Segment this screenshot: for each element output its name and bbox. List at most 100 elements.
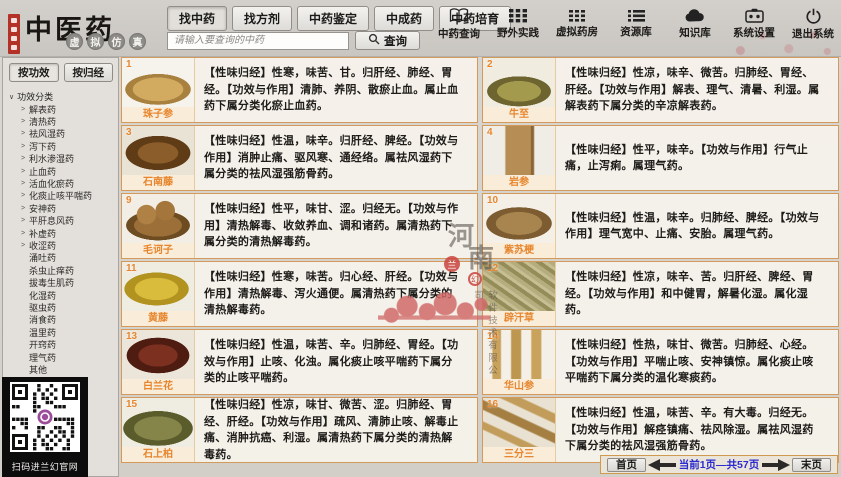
herb-photo-image — [483, 126, 555, 175]
grid-icon — [509, 8, 527, 25]
sidebar-tree-items: >解表药>清热药>祛风湿药>泻下药>利水渗湿药>止血药>活血化瘀药>化痰止咳平喘… — [9, 103, 118, 376]
toolbar: 中药查询 野外实践 虚拟药房 资源库 知识库 系统设置 退出系统 — [436, 8, 836, 41]
herb-card[interactable]: 12辟汗草【性味归经】性凉，味辛、苦。归肝经、脾经、胃经。【功效与作用】和中健胃… — [482, 261, 839, 327]
pagination-bar: 首页 当前1页—共57页 末页 — [600, 455, 838, 474]
sidebar-category-item[interactable]: 涌吐药 — [9, 252, 118, 264]
herb-description: 【性味归经】性温，味苦、辛。归肺经、胃经。【功效与作用】止咳、化浊。属化痰止咳平… — [195, 330, 477, 394]
toolbar-item-herb-query[interactable]: 中药查询 — [436, 8, 482, 41]
expand-icon: > — [21, 130, 26, 137]
sidebar-category-item[interactable]: 理气药 — [9, 351, 118, 363]
nav-herb-identify-button[interactable]: 中药鉴定 — [297, 6, 369, 31]
card-number: 2 — [487, 59, 493, 70]
power-icon — [805, 8, 822, 26]
first-page-button[interactable]: 首页 — [607, 458, 646, 472]
herb-description: 【性味归经】性凉，味辛、微苦。归肺经、胃经、肝经。【功效与作用】解表、理气、清暑… — [556, 58, 838, 122]
sidebar-category-item[interactable]: >补虚药 — [9, 227, 118, 239]
herb-card[interactable]: 16三分三【性味归经】性温，味苦、辛。有大毒。归经无。【功效与作用】解痉镇痛、祛… — [482, 397, 839, 463]
herb-photo: 岩参 — [483, 126, 556, 190]
herb-card[interactable]: 4岩参【性味归经】性平，味辛。【功效与作用】行气止痛，止泻痢。属理气药。 — [482, 125, 839, 191]
logo-subtitle-badge: 仿 — [108, 33, 125, 50]
herb-photo: 毛诃子 — [122, 194, 195, 258]
herb-description: 【性味归经】性平，味甘、涩。归经无。【功效与作用】清热解毒、收敛养血、调和诸药。… — [195, 194, 477, 258]
toolbar-item-system-settings[interactable]: 系统设置 — [731, 8, 777, 41]
herb-photo-image — [122, 58, 194, 107]
sidebar-category-item[interactable]: >祛风湿药 — [9, 128, 118, 140]
search-button[interactable]: 查询 — [355, 31, 420, 50]
last-page-button[interactable]: 末页 — [792, 458, 831, 472]
sidebar-category-item[interactable]: >收涩药 — [9, 239, 118, 251]
toolbar-item-virtual-pharmacy[interactable]: 虚拟药房 — [554, 8, 600, 41]
sidebar-category-item[interactable]: >止血药 — [9, 165, 118, 177]
card-number: 15 — [126, 399, 137, 410]
sidebar-category-label: 清热药 — [29, 115, 56, 128]
sidebar-category-item[interactable]: >清热药 — [9, 115, 118, 127]
toolbar-item-label: 资源库 — [620, 24, 652, 39]
expand-icon: > — [21, 106, 26, 113]
tree-root-node[interactable]: ∨ 功效分类 — [9, 90, 118, 103]
pharmacy-grid-icon — [569, 8, 585, 24]
sidebar-category-item[interactable]: >利水渗湿药 — [9, 153, 118, 165]
sidebar-category-item[interactable]: >解表药 — [9, 103, 118, 115]
herb-card[interactable]: 14华山参【性味归经】性热，味甘、微苦。归肺经、心经。【功效与作用】平喘止咳、安… — [482, 329, 839, 395]
card-number: 14 — [487, 331, 498, 342]
sidebar-category-label: 安神药 — [29, 202, 56, 215]
herb-name: 三分三 — [483, 447, 555, 462]
sidebar-category-label: 收涩药 — [29, 239, 56, 252]
herb-card[interactable]: 10紫苏梗【性味归经】性温，味辛。归肺经、脾经。【功效与作用】理气宽中、止痛、安… — [482, 193, 839, 259]
sidebar-category-item[interactable]: >平肝息风药 — [9, 215, 118, 227]
herb-card[interactable]: 1珠子参【性味归经】性寒，味苦、甘。归肝经、肺经、胃经。【功效与作用】清肺、养阴… — [121, 57, 478, 123]
toolbar-item-exit-system[interactable]: 退出系统 — [790, 8, 836, 41]
logo-seal-icon — [8, 14, 20, 54]
sidebar-category-item[interactable]: >安神药 — [9, 202, 118, 214]
tab-by-meridian[interactable]: 按归经 — [64, 63, 114, 82]
sidebar-category-item[interactable]: 其他 — [9, 363, 118, 375]
herb-description: 【性味归经】性温，味苦、辛。有大毒。归经无。【功效与作用】解痉镇痛、祛风除湿。属… — [556, 398, 838, 462]
sidebar-category-item[interactable]: 开窍药 — [9, 338, 118, 350]
next-page-arrow-icon[interactable] — [762, 459, 790, 471]
previous-page-arrow-icon[interactable] — [648, 459, 676, 471]
toolbar-item-label: 知识库 — [679, 25, 711, 40]
sidebar-category-label: 其他 — [29, 363, 47, 376]
herb-description: 【性味归经】性温，味辛。归肺经、脾经。【功效与作用】理气宽中、止痛、安胎。属理气… — [556, 194, 838, 258]
nav-find-herb-button[interactable]: 找中药 — [167, 6, 227, 31]
sidebar-category-label: 驱虫药 — [29, 301, 56, 314]
toolbar-item-knowledge-base[interactable]: 知识库 — [672, 8, 718, 41]
herb-card[interactable]: 3石南藤【性味归经】性温，味辛。归肝经、脾经。【功效与作用】消肿止痛、驱风寒、通… — [121, 125, 478, 191]
herb-name: 紫苏梗 — [483, 243, 555, 258]
herb-photo-image — [483, 58, 555, 107]
sidebar-category-item[interactable]: 拔毒生肌药 — [9, 276, 118, 288]
sidebar-category-item[interactable]: 驱虫药 — [9, 301, 118, 313]
herb-card[interactable]: 2牛至【性味归经】性凉，味辛、微苦。归肺经、胃经、肝经。【功效与作用】解表、理气… — [482, 57, 839, 123]
collapse-icon: ∨ — [9, 93, 14, 101]
card-number: 4 — [487, 127, 493, 138]
sidebar-category-label: 祛风湿药 — [29, 127, 65, 140]
search-input[interactable] — [167, 32, 349, 50]
herb-card[interactable]: 9毛诃子【性味归经】性平，味甘、涩。归经无。【功效与作用】清热解毒、收敛养血、调… — [121, 193, 478, 259]
herb-card[interactable]: 13白兰花【性味归经】性温，味苦、辛。归肺经、胃经。【功效与作用】止咳、化浊。属… — [121, 329, 478, 395]
expand-icon: > — [21, 217, 26, 224]
toolbar-item-field-practice[interactable]: 野外实践 — [495, 8, 541, 41]
toolbar-item-resource-library[interactable]: 资源库 — [613, 8, 659, 41]
sidebar-category-item[interactable]: >泻下药 — [9, 140, 118, 152]
logo-subtitle-badge: 虚 — [66, 33, 83, 50]
sidebar-category-item[interactable]: >化痰止咳平喘药 — [9, 190, 118, 202]
toolbar-item-label: 中药查询 — [438, 26, 480, 41]
herb-description: 【性味归经】性寒，味苦。归心经、肝经。【功效与作用】清热解毒、泻火通便。属清热药… — [195, 262, 477, 326]
expand-icon: > — [21, 168, 26, 175]
herb-card[interactable]: 15石上柏【性味归经】性凉，味甘、微苦、涩。归肺经、胃经、肝经。【功效与作用】疏… — [121, 397, 478, 463]
settings-icon — [745, 8, 764, 25]
sidebar-category-item[interactable]: 化湿药 — [9, 289, 118, 301]
sidebar-category-item[interactable]: 温里药 — [9, 326, 118, 338]
sidebar-category-label: 泻下药 — [29, 140, 56, 153]
herb-card[interactable]: 11黄藤【性味归经】性寒，味苦。归心经、肝经。【功效与作用】清热解毒、泻火通便。… — [121, 261, 478, 327]
sidebar-category-label: 补虚药 — [29, 227, 56, 240]
card-number: 11 — [126, 263, 137, 274]
nav-patent-medicine-button[interactable]: 中成药 — [374, 6, 434, 31]
sidebar-category-item[interactable]: 杀虫止痒药 — [9, 264, 118, 276]
sidebar-category-item[interactable]: >活血化瘀药 — [9, 177, 118, 189]
tab-by-effect[interactable]: 按功效 — [9, 63, 59, 82]
nav-find-formula-button[interactable]: 找方剂 — [232, 6, 292, 31]
sidebar-category-label: 温里药 — [29, 326, 56, 339]
card-number: 1 — [126, 59, 132, 70]
sidebar-category-item[interactable]: 消食药 — [9, 314, 118, 326]
